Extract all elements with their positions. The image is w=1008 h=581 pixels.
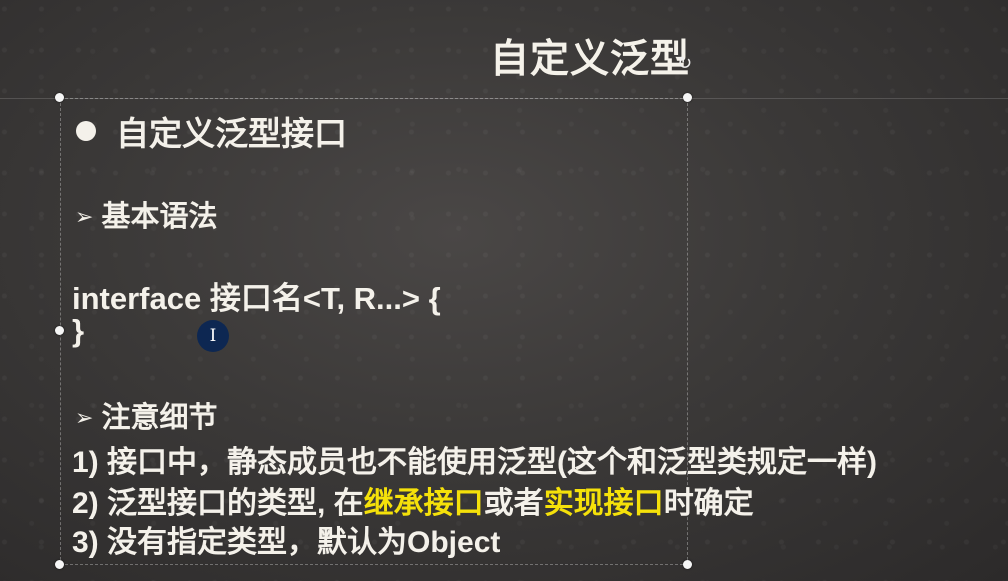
syntax-heading: ➢ 基本语法 [75,193,217,235]
slide-title: 自定义泛型 [490,38,691,81]
resize-handle-bottom-left[interactable] [55,560,64,569]
note-2-prefix: 2) 泛型接口的类型, 在 [72,487,364,520]
note-2-middle: 或者 [483,487,544,520]
arrow-right-icon: ➢ [75,205,94,230]
code-line-2: } [72,313,85,348]
resize-handle-bottom-right[interactable] [683,560,692,569]
note-line-3: 3) 没有指定类型，默认为Object [72,526,501,559]
rotate-handle-icon[interactable]: ↻ [677,55,695,73]
notes-heading-text: 注意细节 [101,402,218,434]
resize-handle-top-left[interactable] [55,93,64,102]
main-heading: 自定义泛型接口 [76,107,347,155]
note-line-1: 1) 接口中，静态成员也不能使用泛型(这个和泛型类规定一样) [72,446,877,479]
notes-heading: ➢ 注意细节 [75,394,217,436]
bullet-icon [76,121,96,141]
main-heading-text: 自定义泛型接口 [116,115,347,152]
note-line-2: 2) 泛型接口的类型, 在继承接口或者实现接口时确定 [72,478,754,522]
arrow-right-icon: ➢ [75,406,94,431]
note-2-highlight-inherit: 继承接口 [363,487,484,520]
note-2-highlight-implement: 实现接口 [543,487,664,520]
code-line-1: interface 接口名<T, R...> { [72,281,441,316]
resize-handle-top-right[interactable] [683,93,692,102]
resize-handle-middle-left[interactable] [55,326,64,335]
syntax-heading-text: 基本语法 [101,201,218,233]
note-2-suffix: 时确定 [663,487,754,520]
text-cursor-icon: I [197,320,229,352]
